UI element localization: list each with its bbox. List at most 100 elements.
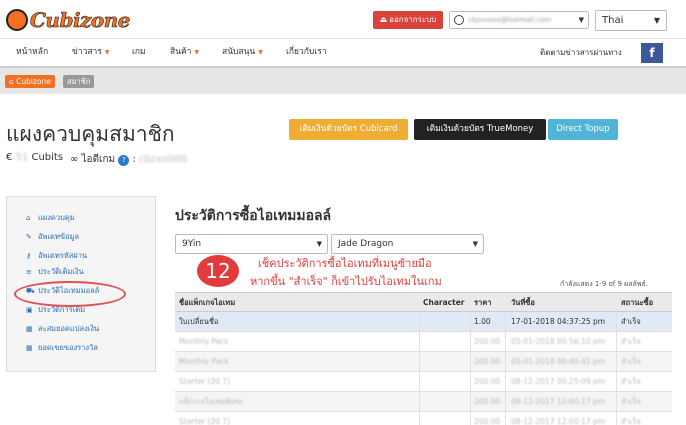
table-cell: สำเร็จ: [621, 317, 641, 326]
chevron-down-icon: ▼: [104, 49, 110, 56]
table-row: แพ็กเกจไอเทมพิเศษ 200.00 08-12-2017 12:00:…: [175, 392, 672, 412]
sidebar-item-update-info[interactable]: ✎ อัพเดทข้อมูล: [26, 230, 79, 244]
logout-button[interactable]: ⏏ ออกจากระบบ: [373, 11, 443, 29]
sidebar-item-dashboard[interactable]: ⌂ แผงควบคุม: [26, 211, 75, 225]
table-cell: ใบเปลี่ยนชื่อ: [179, 317, 219, 326]
annotation-line-1: เช็คประวัติการซื้อไอเทมที่เมนูซ้ายมือ: [258, 257, 432, 270]
table-cell: 17-01-2018 04:37:25 pm: [511, 317, 606, 326]
column-header-price[interactable]: ราคา: [474, 293, 491, 312]
logo-mark-icon: [6, 9, 28, 31]
column-divider: [470, 312, 471, 332]
follow-text: ติดตามข่าวสารผ่านทาง: [540, 48, 622, 57]
annotation-line-2: หากขึ้น "สำเร็จ" ก็เข้าไปรับไอเทมในเกม: [250, 275, 442, 288]
chevron-down-icon: ▼: [316, 240, 322, 248]
sidebar-item-label: อัพเดทรหัสผ่าน: [38, 251, 88, 260]
column-divider: [470, 372, 471, 392]
table-row: ใบเปลี่ยนชื่อ 1.00 17-01-2018 04:37:25 pm ส…: [175, 312, 672, 332]
table-cell: สำเร็จ: [621, 337, 641, 346]
key-icon: ⚷: [26, 252, 32, 260]
nav-item-label: สนับสนุน: [222, 47, 256, 57]
column-divider: [470, 392, 471, 412]
game-select[interactable]: 9Yin ▼: [175, 234, 328, 254]
column-header-character[interactable]: Character: [423, 293, 464, 312]
account-dropdown[interactable]: cbzxxxxx@hotmail.com ▼: [449, 11, 589, 29]
nav-item-news[interactable]: ข่าวสาร ▼: [72, 39, 110, 66]
chevron-down-icon: ▼: [258, 49, 263, 56]
calendar-icon: ▦: [26, 325, 33, 333]
nav-item-home[interactable]: หน้าหลัก: [16, 39, 48, 66]
facebook-icon[interactable]: f: [641, 43, 663, 63]
topup-cubicard-button[interactable]: เติมเงินด้วยบัตร Cubicard: [289, 119, 408, 140]
sidebar-item-update-password[interactable]: ⚷ อัพเดทรหัสผ่าน: [26, 249, 87, 263]
server-select[interactable]: Jade Dragon ▼: [331, 234, 484, 254]
direct-topup-button[interactable]: Direct Topup: [548, 119, 618, 140]
section-title: ประวัติการซื้อไอเทมมอลล์: [175, 208, 332, 224]
table-cell: สำเร็จ: [621, 377, 641, 386]
column-divider: [419, 312, 420, 332]
sidebar-item-label: สะสมยอดแปลงเงิน: [38, 324, 100, 333]
table-cell: สำเร็จ: [621, 397, 641, 406]
table-cell: 200.00: [474, 417, 501, 425]
cubizone-logo[interactable]: Cubizone: [6, 8, 131, 33]
breadcrumb-home-label: Cubizone: [16, 77, 51, 86]
table-cell: 200.00: [474, 357, 501, 366]
table-row: Starter (20 7) 200.00 08-12-2017 00:25:09 …: [175, 372, 672, 392]
breadcrumb: ⌂ Cubizone สมาชิก: [0, 66, 686, 94]
cubits-unit: Cubits: [31, 152, 64, 163]
table-cell: 200.00: [474, 397, 501, 406]
nav-item-label: สินค้า: [170, 47, 192, 57]
sidebar-item-label: อัพเดทข้อมูล: [38, 232, 79, 241]
main-nav: หน้าหลัก ข่าวสาร ▼ เกม สินค้า ▼ สนับสนุน ▼ …: [0, 38, 686, 66]
gamepad-icon: ∞: [70, 154, 79, 165]
logout-label: ออกจากระบบ: [389, 15, 437, 24]
results-count: กำลังแสดง 1-9 of 9 ผลลัพธ์.: [560, 280, 648, 288]
table-row: Monthly Pack 200.00 05-01-2018 00:56:10 pm…: [175, 332, 672, 352]
column-header-status[interactable]: สถานะซื้อ: [621, 293, 653, 312]
cubits-value: 51: [15, 152, 29, 163]
breadcrumb-home[interactable]: ⌂ Cubizone: [5, 75, 55, 88]
column-divider: [505, 312, 506, 332]
nav-item-products[interactable]: สินค้า ▼: [170, 39, 199, 66]
sidebar-item-label: ยอดเขยของรางวัล: [38, 343, 98, 352]
column-divider: [616, 412, 617, 425]
sidebar-item-topup-history[interactable]: ≡ ประวัติเติมเงิน: [26, 265, 84, 279]
table-cell: 1.00: [474, 317, 491, 326]
gameid-value: cbzxx000: [139, 154, 188, 165]
language-value: Thai: [602, 15, 624, 26]
column-divider: [616, 332, 617, 352]
sidebar-item-rewards[interactable]: ▦ ยอดเขยของรางวัล: [26, 341, 98, 355]
table-cell: 05-01-2018 00:40:41 pm: [511, 357, 606, 366]
step-number-badge: 12: [197, 255, 239, 287]
column-divider: [505, 372, 506, 392]
logo-text: Cubizone: [30, 8, 131, 33]
table-cell: 08-12-2017 12:00:17 pm: [511, 397, 606, 406]
table-row: Monthly Pack 200.00 05-01-2018 00:40:41 pm…: [175, 352, 672, 372]
column-divider: [505, 332, 506, 352]
nav-item-support[interactable]: สนับสนุน ▼: [222, 39, 263, 66]
chevron-down-icon: ▼: [653, 16, 660, 25]
help-icon[interactable]: ?: [118, 155, 130, 166]
nav-item-about[interactable]: เกี่ยวกับเรา: [286, 39, 327, 66]
nav-item-games[interactable]: เกม: [132, 39, 146, 66]
column-divider: [616, 352, 617, 372]
table-cell: สำเร็จ: [621, 357, 641, 366]
table-cell: 05-01-2018 00:56:10 pm: [511, 337, 606, 346]
language-select[interactable]: Thai ▼: [595, 10, 667, 31]
column-divider: [616, 312, 617, 332]
table-cell: 08-12-2017 00:25:09 pm: [511, 377, 606, 386]
column-divider: [616, 372, 617, 392]
edit-icon: ✎: [26, 233, 32, 241]
euro-icon: €: [6, 152, 13, 163]
column-divider: [505, 392, 506, 412]
table-cell: สำเร็จ: [621, 417, 641, 425]
column-divider: [470, 352, 471, 372]
globe-icon: [454, 15, 464, 25]
column-header-date[interactable]: วันที่ซื้อ: [511, 293, 535, 312]
breadcrumb-current: สมาชิก: [63, 75, 95, 88]
sidebar-item-accumulated[interactable]: ▦ สะสมยอดแปลงเงิน: [26, 322, 99, 336]
column-divider: [419, 412, 420, 425]
column-header-package[interactable]: ชื่อแพ็กเกจไอเทม: [179, 293, 235, 312]
topup-truemoney-button[interactable]: เติมเงินด้วยบัตร TrueMoney: [414, 119, 546, 140]
column-divider: [616, 392, 617, 412]
gift-icon: ▣: [26, 306, 33, 314]
